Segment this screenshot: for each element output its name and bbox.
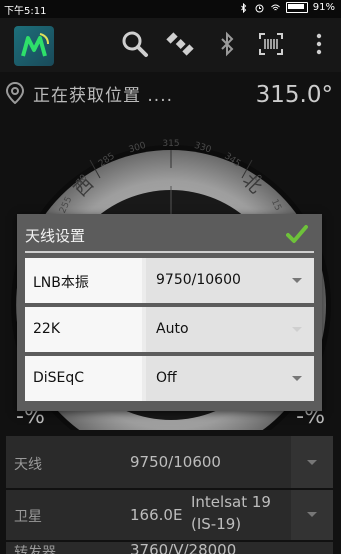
chevron-down-icon bbox=[307, 512, 317, 517]
battery-percent: 91% bbox=[312, 2, 335, 13]
bluetooth-button-icon[interactable] bbox=[213, 30, 241, 58]
diseqc-select[interactable]: Off bbox=[146, 356, 314, 401]
table-row: 卫星 166.0E Intelsat 19 (IS-19) bbox=[6, 490, 333, 540]
check-icon[interactable] bbox=[286, 224, 308, 244]
satellite-icon[interactable] bbox=[166, 30, 194, 58]
satellite-row-label: 卫星 bbox=[14, 509, 42, 525]
dialog-divider bbox=[25, 251, 314, 253]
app-toolbar bbox=[0, 18, 341, 72]
bluetooth-icon bbox=[240, 2, 246, 13]
22k-label-cell: 22K bbox=[25, 307, 142, 352]
antenna-row-value: 9750/10600 bbox=[130, 453, 221, 471]
chevron-down-icon bbox=[307, 460, 317, 465]
barcode-scan-icon[interactable] bbox=[257, 30, 285, 58]
chevron-down-icon bbox=[292, 327, 302, 332]
diseqc-label-cell: DiSEqC bbox=[25, 356, 142, 401]
overflow-menu-icon[interactable] bbox=[305, 30, 333, 58]
satellite-dropdown[interactable] bbox=[291, 490, 333, 540]
22k-value: Auto bbox=[156, 321, 189, 337]
table-row: 天线 9750/10600 bbox=[6, 436, 333, 488]
antenna-settings-dialog: 天线设置 LNB本振 9750/10600 22K Auto DiSEqC Of… bbox=[17, 214, 322, 411]
antenna-row-label: 天线 bbox=[14, 457, 42, 473]
lnb-label-cell: LNB本振 bbox=[25, 258, 142, 303]
dialog-title: 天线设置 bbox=[25, 227, 86, 245]
lnb-row: LNB本振 9750/10600 bbox=[25, 258, 314, 303]
satellite-row-name: Intelsat 19 bbox=[191, 493, 271, 511]
search-icon[interactable] bbox=[121, 30, 149, 58]
battery-icon bbox=[285, 2, 308, 13]
22k-row: 22K Auto bbox=[25, 307, 314, 352]
diseqc-value: Off bbox=[156, 370, 177, 386]
satellite-row-position: 166.0E bbox=[130, 506, 183, 524]
chevron-down-icon bbox=[292, 376, 302, 381]
lnb-label: LNB本振 bbox=[33, 275, 89, 291]
22k-label: 22K bbox=[33, 321, 60, 337]
satellite-row-name-code: (IS-19) bbox=[191, 515, 242, 533]
table-row: 转发器 3760/V/28000 bbox=[6, 542, 333, 554]
22k-select[interactable]: Auto bbox=[146, 307, 314, 352]
transponder-row-label: 转发器 bbox=[14, 545, 56, 554]
compass-tick-315: 315 bbox=[162, 139, 179, 149]
settings-table: 天线 9750/10600 卫星 166.0E Intelsat 19 (IS-… bbox=[6, 436, 333, 554]
status-icons: 91% bbox=[238, 2, 335, 13]
chevron-down-icon bbox=[292, 278, 302, 283]
antenna-dropdown[interactable] bbox=[291, 436, 333, 488]
status-bar: 下午5:11 91% bbox=[0, 0, 341, 18]
wifi-icon bbox=[270, 4, 280, 10]
transponder-row-value: 3760/V/28000 bbox=[130, 542, 237, 554]
status-time: 下午5:11 bbox=[4, 6, 47, 17]
alarm-icon bbox=[255, 4, 264, 12]
lnb-select[interactable]: 9750/10600 bbox=[146, 258, 314, 303]
lnb-value: 9750/10600 bbox=[156, 272, 241, 288]
diseqc-row: DiSEqC Off bbox=[25, 356, 314, 401]
app-logo-icon[interactable] bbox=[14, 26, 54, 66]
diseqc-label: DiSEqC bbox=[33, 370, 85, 386]
